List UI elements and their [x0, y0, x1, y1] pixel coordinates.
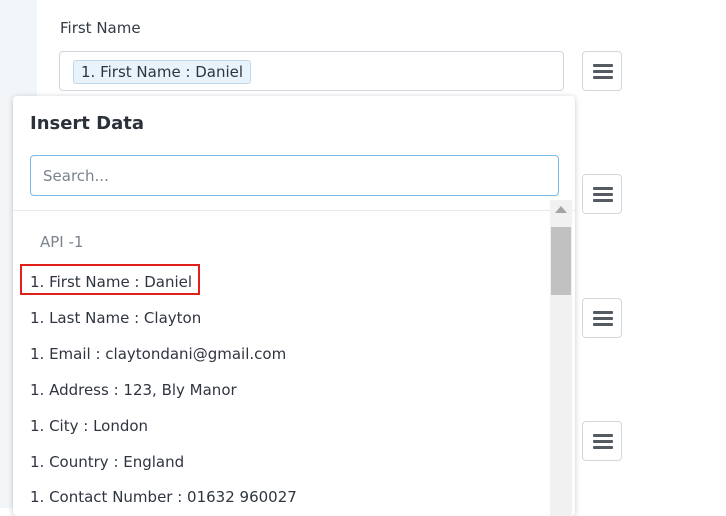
list-item-country[interactable]: 1. Country : England — [30, 453, 184, 471]
divider — [13, 210, 575, 211]
search-input[interactable] — [30, 155, 559, 196]
scrollbar[interactable] — [550, 200, 572, 516]
first-name-token[interactable]: 1. First Name : Daniel — [73, 60, 252, 84]
list-item-city[interactable]: 1. City : London — [30, 417, 148, 435]
list-item-contact-number[interactable]: 1. Contact Number : 01632 960027 — [30, 488, 297, 506]
list-item-email[interactable]: 1. Email : claytondani@gmail.com — [30, 345, 286, 363]
first-name-label: First Name — [60, 19, 141, 37]
highlight-box — [20, 264, 200, 295]
list-item-address[interactable]: 1. Address : 123, Bly Manor — [30, 381, 237, 399]
insert-data-panel: Insert Data API -1 1. First Name : Danie… — [13, 96, 575, 516]
panel-title: Insert Data — [30, 113, 145, 134]
first-name-field[interactable]: 1. First Name : Daniel — [59, 51, 564, 91]
field-menu-button-4[interactable] — [582, 421, 622, 461]
scroll-thumb[interactable] — [551, 227, 571, 295]
field-menu-button-1[interactable] — [582, 51, 622, 91]
field-menu-button-3[interactable] — [582, 298, 622, 338]
field-menu-button-2[interactable] — [582, 174, 622, 214]
list-item-last-name[interactable]: 1. Last Name : Clayton — [30, 309, 201, 327]
group-label-api: API -1 — [40, 233, 84, 251]
scroll-up-arrow-icon[interactable] — [555, 206, 567, 213]
